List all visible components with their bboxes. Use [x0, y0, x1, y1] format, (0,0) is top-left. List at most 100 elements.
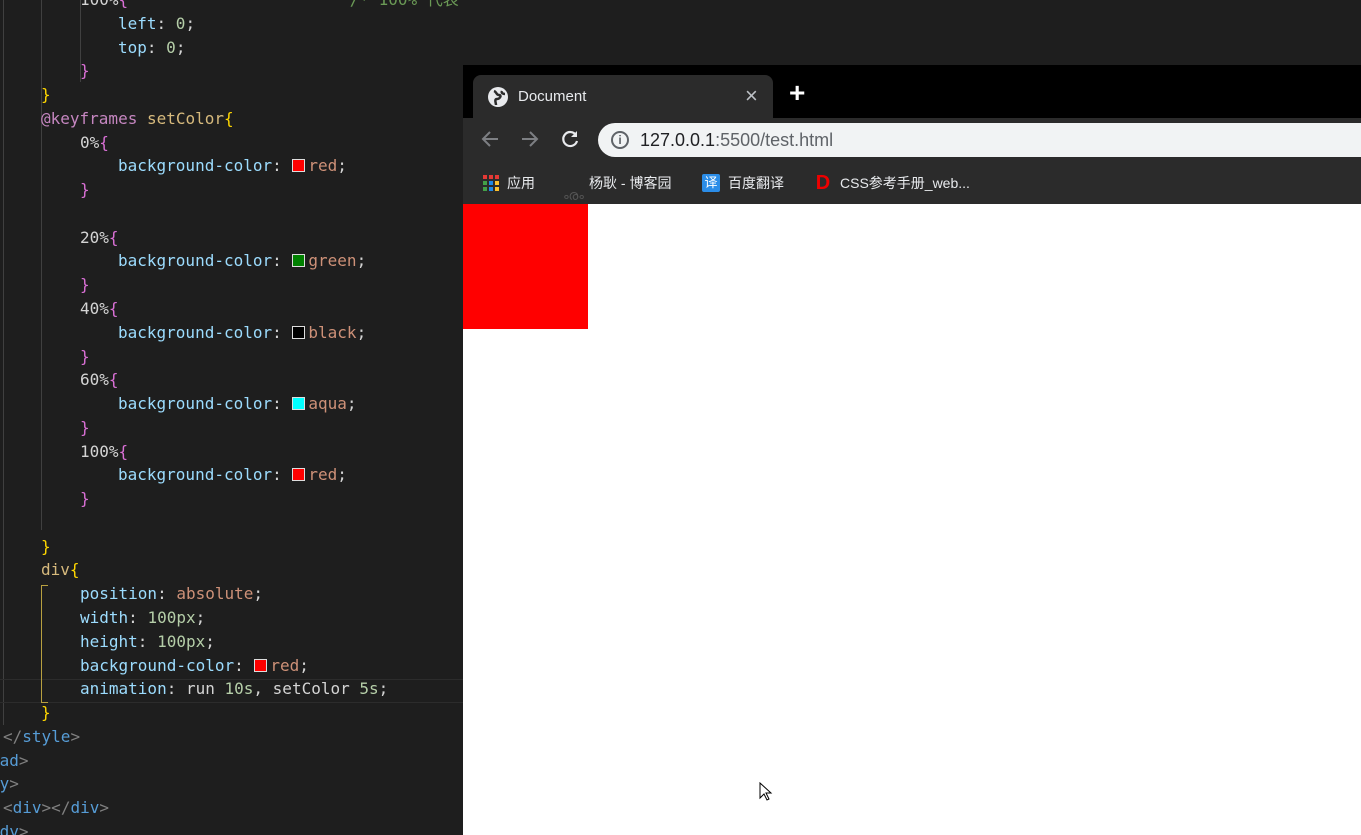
color-swatch [292, 468, 306, 482]
color-swatch [292, 159, 306, 173]
code-token: ; [346, 394, 357, 414]
code-token: > [18, 750, 29, 770]
baidu-translate-icon: 译 [702, 174, 720, 192]
code-token: ></ [41, 798, 71, 818]
indent-guide [3, 0, 4, 725]
code-token: background-color [118, 156, 273, 176]
code-token: > [70, 726, 81, 746]
page-content [463, 204, 1361, 835]
code-token: ; [356, 251, 367, 271]
color-swatch [292, 254, 306, 268]
arrow-left-icon [481, 131, 498, 147]
code-token: { [69, 560, 80, 580]
code-token: 100px [147, 608, 196, 628]
code-token: : [146, 37, 167, 57]
code-token: } [41, 703, 51, 723]
code-line: dy> [0, 772, 19, 796]
bookmark-cnblogs[interactable]: ൟ 杨耿 - 博客园 [563, 162, 671, 204]
bookmark-baidu-translate[interactable]: 译 百度翻译 [702, 162, 784, 204]
code-token: ; [185, 13, 196, 33]
code-token: ody [0, 821, 19, 835]
code-token: ; [253, 584, 264, 604]
forward-button[interactable] [519, 128, 541, 154]
code-line: div{ [41, 558, 80, 582]
code-token: : [166, 679, 186, 699]
code-token: 5s [359, 679, 379, 699]
arrow-right-icon [522, 131, 539, 147]
animated-div [463, 204, 588, 329]
back-button[interactable] [479, 128, 501, 154]
apps-grid-icon [483, 175, 499, 191]
code-token: 100px [157, 631, 206, 651]
code-line: ody> [0, 820, 29, 835]
code-line: ead> [0, 749, 29, 773]
bookmarks-bar: 应用 ൟ 杨耿 - 博客园 译 百度翻译 D CSS参考手册_web... [463, 162, 1361, 204]
code-token: , setColor [253, 679, 360, 699]
code-token: top [118, 37, 147, 57]
code-line: background-color: black; [118, 321, 366, 345]
address-bar[interactable]: i 127.0.0.1:5500/test.html [598, 123, 1361, 157]
code-token: : [272, 465, 292, 485]
code-token: div [70, 798, 100, 818]
bracket-pair-guide [41, 585, 48, 703]
code-token: } [80, 417, 90, 437]
tab-title: Document [518, 88, 587, 105]
code-line: top: 0; [118, 36, 185, 60]
code-token: { [119, 0, 129, 9]
code-token: 0% [80, 132, 100, 152]
code-line: width: 100px; [80, 606, 205, 630]
code-token: background-color [118, 465, 273, 485]
code-token: : [272, 322, 292, 342]
code-token: ; [337, 156, 347, 176]
code-line: } [41, 701, 51, 725]
bookmark-label: 应用 [507, 175, 535, 191]
code-line: 40%{ [80, 297, 119, 321]
code-token: 60% [80, 370, 109, 390]
code-token: : [272, 251, 292, 271]
tab-strip: Document × + [463, 65, 1361, 118]
tab-close-button[interactable]: × [745, 83, 758, 109]
code-token: style [22, 726, 71, 746]
code-token: } [80, 61, 90, 81]
info-icon: i [611, 131, 629, 149]
code-token: { [99, 132, 109, 152]
code-token: ead [0, 750, 19, 770]
code-line: height: 100px; [80, 630, 215, 654]
code-line: background-color: red; [80, 654, 309, 678]
color-swatch [292, 397, 306, 411]
code-token: } [80, 180, 90, 200]
tab-document[interactable]: Document × [473, 75, 773, 118]
new-tab-button[interactable]: + [789, 79, 805, 107]
code-token: 0 [175, 13, 186, 33]
code-token: red [308, 465, 338, 485]
code-token: width [80, 608, 129, 628]
bookmark-label: CSS参考手册_web... [840, 175, 970, 191]
code-line: } [41, 83, 51, 107]
code-line: <div></div> [3, 796, 109, 820]
code-token: background-color [118, 251, 273, 271]
reload-button[interactable] [559, 128, 581, 154]
bookmark-label: 杨耿 - 博客园 [589, 175, 672, 191]
code-token: div [12, 798, 42, 818]
code-token: @keyframes [41, 108, 138, 128]
code-line: 100%{ [80, 440, 128, 464]
code-token: > [9, 774, 19, 794]
url-path: :5500/test.html [715, 130, 834, 150]
color-swatch [292, 325, 306, 339]
code-line: background-color: red; [118, 154, 347, 178]
reload-icon [562, 130, 579, 148]
bookmark-apps[interactable]: 应用 [483, 162, 535, 204]
code-token: background-color [118, 322, 273, 342]
code-token: div [41, 560, 70, 580]
globe-icon [488, 87, 508, 107]
code-line: } [41, 535, 51, 559]
bookmark-css-manual[interactable]: D CSS参考手册_web... [814, 162, 970, 204]
code-line: 60%{ [80, 368, 119, 392]
code-token: : [137, 631, 158, 651]
code-editor[interactable]: 100%{ /* 100% 代表 10秒 100% = 10秒时到达终点。也就是… [0, 0, 463, 835]
code-token: </ [3, 726, 23, 746]
code-token: 0 [166, 37, 176, 57]
code-line: } [80, 178, 90, 202]
code-token: } [41, 536, 51, 556]
